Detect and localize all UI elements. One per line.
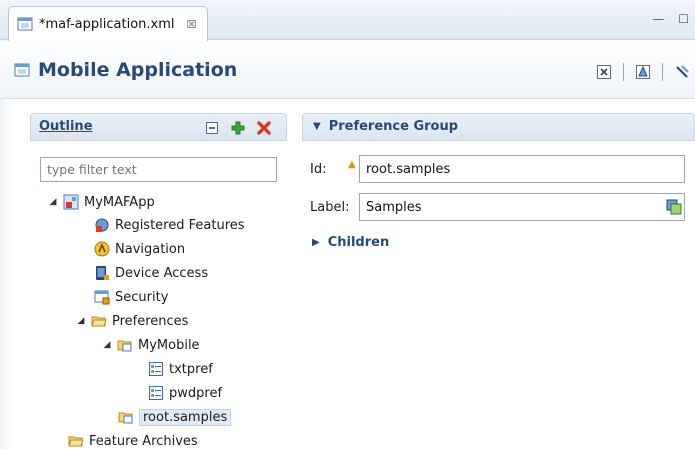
xml-icon[interactable]: [595, 63, 613, 81]
tree-node-label: Registered Features: [115, 217, 245, 233]
tree-node-label: Feature Archives: [89, 433, 198, 449]
toolbar-separator: [623, 63, 624, 81]
warning-icon: ▲: [348, 159, 356, 170]
features-icon: [94, 217, 110, 233]
tree-node-device-access[interactable]: Device Access: [94, 262, 208, 284]
tree-node-security[interactable]: Security: [94, 286, 168, 308]
close-icon[interactable]: ☒: [187, 18, 197, 31]
pref-group-icon: [118, 409, 134, 425]
tab-title: *maf-application.xml: [39, 16, 175, 32]
mobile-application-icon: [14, 62, 30, 78]
tree-node-registered-features[interactable]: Registered Features: [94, 214, 245, 236]
tree-node-mymobile[interactable]: ◢ MyMobile: [102, 334, 200, 356]
bindings-icon[interactable]: [673, 63, 691, 81]
tree-node-navigation[interactable]: Navigation: [94, 238, 185, 260]
maximize-icon[interactable]: ☐: [678, 12, 689, 26]
tree-node-label: MyMAFApp: [84, 194, 155, 210]
tree-node-label: Navigation: [115, 241, 186, 257]
pref-group-icon: [117, 337, 133, 353]
label-label: Label:: [310, 200, 350, 215]
tree-node-preferences[interactable]: ◢ Preferences: [76, 310, 189, 332]
tree-node-txtpref[interactable]: txtpref: [148, 358, 213, 380]
tree-node-label: root.samples: [139, 408, 232, 426]
id-label: Id:: [310, 162, 327, 177]
id-field[interactable]: [359, 155, 685, 183]
tree-node-label: Preferences: [112, 313, 189, 329]
tree-node-mymafapp[interactable]: ◢ MyMAFApp: [48, 191, 155, 213]
delete-icon[interactable]: [256, 120, 272, 136]
folder-icon: [68, 433, 84, 449]
tree-node-label: pwdpref: [169, 385, 223, 401]
xml-file-icon: [17, 16, 33, 32]
tree-node-label: Device Access: [115, 265, 209, 281]
filter-input[interactable]: [40, 157, 277, 182]
tree-node-pwdpref[interactable]: pwdpref: [148, 382, 222, 404]
outline-header: Outline: [30, 113, 287, 141]
maf-app-icon: [63, 194, 79, 210]
editor-tab-bar: *maf-application.xml ☒ — ☐: [0, 0, 695, 41]
expand-triangle-icon[interactable]: ▶: [312, 237, 320, 248]
editor-header: Mobile Application: [0, 41, 695, 99]
navigation-icon: [94, 241, 110, 257]
translate-icon[interactable]: [666, 199, 682, 215]
outline-title: Outline: [39, 119, 93, 134]
folder-icon: [91, 313, 107, 329]
collapse-triangle-icon[interactable]: ▼: [313, 121, 321, 132]
expanded-twisty-icon[interactable]: ◢: [48, 197, 58, 207]
page-title: Mobile Application: [38, 59, 238, 81]
label-field[interactable]: [359, 193, 685, 221]
pref-item-icon: [148, 361, 164, 377]
security-icon: [94, 289, 110, 305]
tree-node-root-samples[interactable]: root.samples: [118, 406, 232, 428]
tree-node-label: txtpref: [169, 361, 213, 377]
tree-node-label: Security: [115, 289, 169, 305]
toolbar-separator: [662, 63, 663, 81]
window-controls: — ☐: [652, 12, 689, 26]
preference-group-header[interactable]: ▼ Preference Group: [302, 113, 695, 141]
preference-group-panel: ▼ Preference Group Id: ▲ Label: ▶ Childr…: [302, 113, 695, 449]
header-toolbar: [595, 63, 691, 81]
tree-node-label: MyMobile: [138, 337, 200, 353]
children-section[interactable]: ▶ Children: [312, 235, 389, 250]
section-title: Preference Group: [328, 119, 459, 134]
overview-icon[interactable]: [634, 63, 652, 81]
device-access-icon: [94, 265, 110, 281]
outline-panel: Outline ◢ MyMAFApp Re: [30, 113, 287, 449]
editor-tab[interactable]: *maf-application.xml ☒: [8, 6, 208, 41]
expanded-twisty-icon[interactable]: ◢: [102, 340, 112, 350]
children-label: Children: [327, 235, 390, 250]
expanded-twisty-icon[interactable]: ◢: [76, 316, 86, 326]
tree-node-feature-archives[interactable]: Feature Archives: [68, 430, 198, 449]
collapse-all-icon[interactable]: [204, 120, 220, 136]
pref-item-icon: [148, 385, 164, 401]
minimize-icon[interactable]: —: [652, 12, 664, 26]
add-icon[interactable]: [230, 120, 246, 136]
